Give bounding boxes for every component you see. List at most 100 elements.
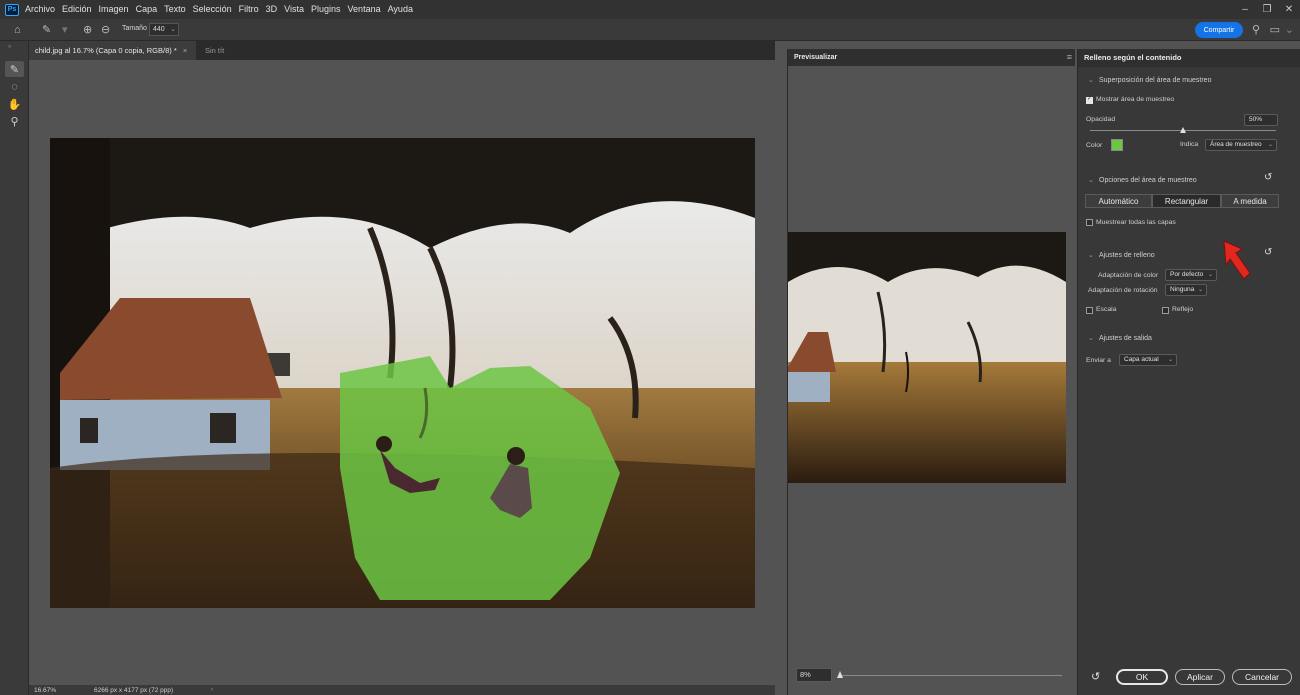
segment-automatico[interactable]: Automático <box>1085 194 1152 208</box>
size-input[interactable]: 440 ⌄ <box>149 23 179 36</box>
section-output-label: Ajustes de salida <box>1099 335 1152 342</box>
chevron-down-icon: ⌄ <box>1167 357 1173 363</box>
restore-icon[interactable]: ❐ <box>1256 0 1278 19</box>
preview-zoom-thumb[interactable] <box>837 671 843 678</box>
minimize-icon[interactable]: – <box>1234 0 1256 19</box>
close-icon[interactable]: ✕ <box>1278 0 1300 19</box>
chevron-down-icon[interactable]: ▾ <box>62 19 68 41</box>
show-sampling-checkbox[interactable] <box>1086 95 1093 104</box>
chevron-down-icon[interactable]: ⌄ <box>1285 19 1294 41</box>
color-adapt-value: Por defecto <box>1170 271 1204 278</box>
lasso-icon[interactable]: ◌ <box>5 79 24 95</box>
share-button[interactable]: Compartir <box>1195 22 1243 38</box>
scale-checkbox[interactable] <box>1086 307 1093 314</box>
menu-texto[interactable]: Texto <box>164 0 186 19</box>
tools-panel: » ✎ ◌ ✋ ⚲ <box>0 41 29 695</box>
home-icon[interactable]: ⌂ <box>14 19 21 41</box>
rotation-adapt-dropdown[interactable]: Ninguna ⌄ <box>1165 284 1207 296</box>
segment-rectangular[interactable]: Rectangular <box>1152 194 1221 208</box>
cancel-button[interactable]: Cancelar <box>1232 669 1292 685</box>
sample-all-checkbox[interactable] <box>1086 219 1093 226</box>
brush-tool-icon[interactable]: ✎ <box>42 19 51 41</box>
color-label: Color <box>1086 142 1103 149</box>
workspace-icon[interactable]: ▭ <box>1270 19 1280 41</box>
zoom-level[interactable]: 16.67% <box>34 687 56 694</box>
chevron-down-icon: ⌄ <box>1088 77 1094 84</box>
section-sampling-options[interactable]: ⌄ Opciones del área de muestreo <box>1088 176 1197 184</box>
preview-zoom-slider[interactable] <box>840 675 1062 676</box>
reset-all-icon[interactable]: ↺ <box>1091 670 1100 683</box>
chevron-down-icon: ⌄ <box>1088 177 1094 184</box>
output-value: Capa actual <box>1124 356 1159 363</box>
color-adapt-dropdown[interactable]: Por defecto ⌄ <box>1165 269 1217 281</box>
preview-tab-bar: Previsualizar ≡ <box>788 49 1075 66</box>
output-label: Enviar a <box>1086 357 1111 364</box>
section-fill-settings[interactable]: ⌄ Ajustes de relleno <box>1088 251 1155 259</box>
menu-filtro[interactable]: Filtro <box>239 0 259 19</box>
indicates-dropdown[interactable]: Área de muestreo ⌄ <box>1205 139 1277 151</box>
preview-panel: Previsualizar ≡ 8% <box>787 49 1075 695</box>
menu-imagen[interactable]: Imagen <box>99 0 129 19</box>
photoshop-logo: Ps <box>5 3 19 16</box>
menu-edicion[interactable]: Edición <box>62 0 92 19</box>
opacity-input[interactable]: 50% <box>1244 114 1278 126</box>
options-bar: ⌂ ✎ ▾ ⊕ ⊖ Tamaño 440 ⌄ Compartir ⚲ ▭ ⌄ <box>0 19 1300 41</box>
mirror-checkbox[interactable] <box>1162 307 1169 314</box>
size-value: 440 <box>153 26 165 33</box>
preview-image[interactable] <box>788 232 1066 483</box>
menu-bar: Ps Archivo Edición Imagen Capa Texto Sel… <box>0 0 1300 19</box>
section-fill-label: Ajustes de relleno <box>1099 252 1155 259</box>
sampling-brush-icon[interactable]: ✎ <box>5 61 24 77</box>
apply-button[interactable]: Aplicar <box>1175 669 1225 685</box>
chevron-down-icon: ⌄ <box>1207 272 1213 278</box>
close-tab-icon[interactable]: × <box>183 46 187 55</box>
menu-ventana[interactable]: Ventana <box>348 0 381 19</box>
menu-archivo[interactable]: Archivo <box>25 0 55 19</box>
reset-icon[interactable]: ↺ <box>1264 247 1272 258</box>
menu-3d[interactable]: 3D <box>266 0 278 19</box>
menu-ayuda[interactable]: Ayuda <box>388 0 413 19</box>
menu-plugins[interactable]: Plugins <box>311 0 341 19</box>
preview-zoom-input[interactable]: 8% <box>796 668 832 682</box>
zoom-icon[interactable]: ⚲ <box>5 113 24 129</box>
tab-previsualizar[interactable]: Previsualizar <box>794 54 837 61</box>
opacity-label: Opacidad <box>1086 116 1116 123</box>
section-output-settings[interactable]: ⌄ Ajustes de salida <box>1088 334 1152 342</box>
mirror-label: Reflejo <box>1172 306 1194 313</box>
panel-menu-icon[interactable]: ≡ <box>1067 52 1072 62</box>
color-adapt-label: Adaptación de color <box>1098 272 1159 279</box>
document-image[interactable] <box>50 138 755 608</box>
tab-title: child.jpg al 16.7% (Capa 0 copia, RGB/8)… <box>35 46 177 55</box>
output-dropdown[interactable]: Capa actual ⌄ <box>1119 354 1177 366</box>
canvas-area[interactable] <box>29 60 775 685</box>
chevron-right-icon[interactable]: › <box>211 686 213 693</box>
sample-all-label: Muestrear todas las capas <box>1096 219 1176 226</box>
color-swatch[interactable] <box>1111 139 1123 151</box>
menu-seleccion[interactable]: Selección <box>193 0 232 19</box>
show-sampling-label: Mostrar área de muestreo <box>1096 96 1175 103</box>
segment-a-medida[interactable]: A medida <box>1221 194 1279 208</box>
rotation-adapt-label: Adaptación de rotación <box>1088 287 1158 294</box>
search-icon[interactable]: ⚲ <box>1252 19 1260 41</box>
tab-child-jpg[interactable]: child.jpg al 16.7% (Capa 0 copia, RGB/8)… <box>29 41 196 60</box>
reset-icon[interactable]: ↺ <box>1264 172 1272 183</box>
panel-title: Relleno según el contenido <box>1078 49 1300 67</box>
menu-vista[interactable]: Vista <box>284 0 304 19</box>
subtract-brush-icon[interactable]: ⊖ <box>101 19 110 41</box>
opacity-slider-thumb[interactable] <box>1180 127 1186 133</box>
red-arrow-annotation <box>1223 240 1251 280</box>
content-aware-fill-panel: Relleno según el contenido ⌄ Superposició… <box>1077 49 1300 695</box>
scale-label: Escala <box>1096 306 1117 313</box>
menu-capa[interactable]: Capa <box>136 0 158 19</box>
hand-icon[interactable]: ✋ <box>5 96 24 112</box>
section-overlay[interactable]: ⌄ Superposición del área de muestreo <box>1088 76 1211 84</box>
collapse-icon[interactable]: » <box>8 44 11 50</box>
rotation-adapt-value: Ninguna <box>1170 286 1195 293</box>
indicates-label: Indica <box>1180 141 1199 148</box>
status-bar: 16.67% 6266 px x 4177 px (72 ppp) › <box>29 685 775 695</box>
tab-sin-titulo[interactable]: Sin tít <box>199 41 230 60</box>
ok-button[interactable]: OK <box>1116 669 1168 685</box>
add-brush-icon[interactable]: ⊕ <box>83 19 92 41</box>
chevron-down-icon: ⌄ <box>1088 335 1094 342</box>
chevron-down-icon: ⌄ <box>1088 252 1094 259</box>
